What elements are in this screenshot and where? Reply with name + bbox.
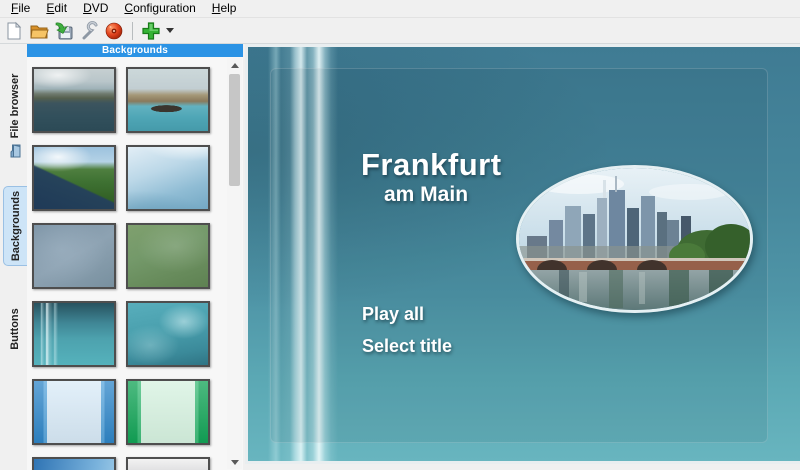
tab-backgrounds-label: Backgrounds	[10, 191, 22, 261]
new-project-button[interactable]	[2, 19, 26, 43]
sidebar-tabstrip: File browser Backgrounds Buttons	[0, 44, 27, 470]
tab-buttons-label: Buttons	[9, 308, 21, 350]
tab-file-browser[interactable]: File browser	[2, 52, 27, 180]
backgrounds-panel: Backgrounds	[27, 44, 243, 470]
background-thumbnail[interactable]	[32, 301, 116, 367]
background-thumbnail[interactable]	[126, 301, 210, 367]
burn-disc-icon	[104, 21, 124, 41]
background-thumbnail[interactable]	[126, 67, 210, 133]
background-thumbnail[interactable]	[32, 379, 116, 445]
menu-configuration[interactable]: Configuration	[116, 0, 203, 17]
menu-help[interactable]: Help	[204, 0, 245, 17]
menu-subtitle-text[interactable]: am Main	[384, 183, 468, 207]
panel-scrollbar[interactable]	[227, 58, 242, 469]
save-disk-icon	[54, 21, 74, 41]
wrench-icon	[79, 21, 99, 41]
scroll-up-arrow-icon[interactable]	[227, 58, 242, 72]
background-thumbnail[interactable]	[126, 223, 210, 289]
dvd-menu-preview[interactable]: Frankfurt am Main	[245, 44, 800, 464]
skyline-photo-illustration	[519, 168, 750, 310]
menu-edit[interactable]: Edit	[38, 0, 75, 17]
menu-button-play-all[interactable]: Play all	[362, 304, 424, 325]
menu-file[interactable]: File	[3, 0, 38, 17]
background-thumbnail-grid	[27, 57, 226, 470]
green-plus-icon	[141, 21, 161, 41]
background-thumbnail[interactable]	[32, 145, 116, 211]
scroll-down-arrow-icon[interactable]	[227, 455, 242, 469]
add-file-button[interactable]	[139, 19, 163, 43]
background-thumbnail[interactable]	[32, 223, 116, 289]
new-document-icon	[4, 21, 24, 41]
menu-title-text[interactable]: Frankfurt	[361, 147, 502, 183]
menu-bar: File Edit DVD Configuration Help	[0, 0, 800, 18]
background-thumbnail[interactable]	[32, 67, 116, 133]
dvd-authoring-window: File Edit DVD Configuration Help	[0, 0, 800, 470]
frankfurt-skyline-oval-photo[interactable]	[516, 165, 753, 313]
background-thumbnail[interactable]	[126, 145, 210, 211]
scrollbar-thumb[interactable]	[229, 74, 240, 186]
menu-dvd[interactable]: DVD	[75, 0, 116, 17]
background-thumbnail[interactable]	[126, 379, 210, 445]
folder-icon	[9, 144, 21, 158]
add-file-dropdown-caret[interactable]	[166, 28, 174, 33]
main-area: File browser Backgrounds Buttons Backgro…	[0, 44, 800, 470]
open-folder-icon	[29, 21, 49, 41]
tab-buttons[interactable]: Buttons	[2, 294, 27, 364]
toolbar	[0, 18, 800, 44]
tab-file-browser-label: File browser	[9, 74, 21, 139]
backgrounds-panel-header: Backgrounds	[27, 44, 243, 57]
tab-backgrounds[interactable]: Backgrounds	[3, 186, 27, 266]
toolbar-separator	[132, 22, 133, 40]
settings-button[interactable]	[77, 19, 101, 43]
menu-button-select-title[interactable]: Select title	[362, 336, 452, 357]
background-thumbnail[interactable]	[32, 457, 116, 470]
open-project-button[interactable]	[27, 19, 51, 43]
save-project-button[interactable]	[52, 19, 76, 43]
burn-dvd-button[interactable]	[102, 19, 126, 43]
background-thumbnail[interactable]	[126, 457, 210, 470]
